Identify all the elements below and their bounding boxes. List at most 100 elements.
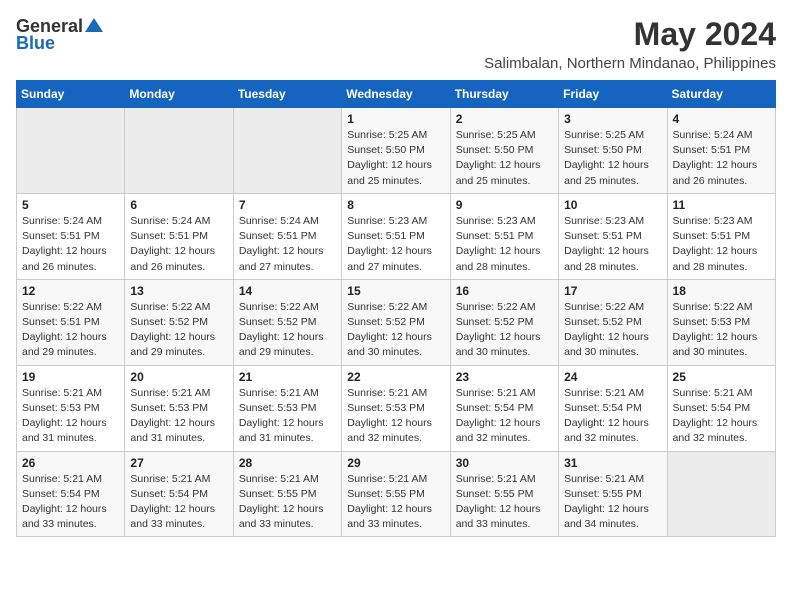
col-thursday: Thursday: [450, 81, 558, 108]
day-number: 6: [130, 198, 227, 212]
day-number: 22: [347, 370, 444, 384]
day-number: 24: [564, 370, 661, 384]
day-info: Sunrise: 5:21 AMSunset: 5:53 PMDaylight:…: [239, 386, 336, 447]
calendar-cell: 7Sunrise: 5:24 AMSunset: 5:51 PMDaylight…: [233, 193, 341, 279]
calendar-cell: 29 Sunrise: 5:21 AMSunset: 5:55 PMDayligh…: [342, 451, 450, 537]
logo: General Blue: [16, 16, 103, 54]
header-row: Sunday Monday Tuesday Wednesday Thursday…: [17, 81, 776, 108]
calendar-cell: 18 Sunrise: 5:22 AMSunset: 5:53 PMDayligh…: [667, 279, 775, 365]
calendar-cell: 12 Sunrise: 5:22 AMSunset: 5:51 PMDayligh…: [17, 279, 125, 365]
calendar-cell: 5 Sunrise: 5:24 AMSunset: 5:51 PMDaylight…: [17, 193, 125, 279]
day-number: 5: [22, 198, 119, 212]
calendar-cell: 27 Sunrise: 5:21 AMSunset: 5:54 PMDayligh…: [125, 451, 233, 537]
calendar-cell: 4 Sunrise: 5:24 AMSunset: 5:51 PMDaylight…: [667, 108, 775, 194]
day-number: 18: [673, 284, 770, 298]
calendar-cell: 13 Sunrise: 5:22 AMSunset: 5:52 PMDayligh…: [125, 279, 233, 365]
calendar-cell: 30Sunrise: 5:21 AMSunset: 5:55 PMDayligh…: [450, 451, 558, 537]
day-number: 27: [130, 456, 227, 470]
calendar-cell: [125, 108, 233, 194]
day-number: 11: [673, 198, 770, 212]
calendar-week-3: 12 Sunrise: 5:22 AMSunset: 5:51 PMDayligh…: [17, 279, 776, 365]
day-info: Sunrise: 5:25 AMSunset: 5:50 PMDaylight:…: [456, 128, 553, 189]
header: General Blue May 2024 Salimbalan, Northe…: [16, 16, 776, 72]
day-info: Sunrise: 5:23 AMSunset: 5:51 PMDaylight:…: [564, 214, 661, 275]
col-sunday: Sunday: [17, 81, 125, 108]
day-number: 12: [22, 284, 119, 298]
calendar-cell: 24 Sunrise: 5:21 AMSunset: 5:54 PMDayligh…: [559, 365, 667, 451]
calendar-table: Sunday Monday Tuesday Wednesday Thursday…: [16, 80, 776, 537]
day-number: 29: [347, 456, 444, 470]
day-info: Sunrise: 5:21 AMSunset: 5:53 PMDaylight:…: [130, 386, 227, 447]
day-info: Sunrise: 5:25 AMSunset: 5:50 PMDaylight:…: [347, 128, 444, 189]
calendar-cell: 2 Sunrise: 5:25 AMSunset: 5:50 PMDaylight…: [450, 108, 558, 194]
day-info: Sunrise: 5:21 AMSunset: 5:55 PMDaylight:…: [239, 472, 336, 533]
day-number: 4: [673, 112, 770, 126]
day-info: Sunrise: 5:22 AMSunset: 5:52 PMDaylight:…: [130, 300, 227, 361]
day-number: 1: [347, 112, 444, 126]
calendar-week-2: 5 Sunrise: 5:24 AMSunset: 5:51 PMDaylight…: [17, 193, 776, 279]
calendar-header: Sunday Monday Tuesday Wednesday Thursday…: [17, 81, 776, 108]
calendar-cell: 3Sunrise: 5:25 AMSunset: 5:50 PMDaylight…: [559, 108, 667, 194]
day-info: Sunrise: 5:21 AMSunset: 5:54 PMDaylight:…: [564, 386, 661, 447]
day-number: 20: [130, 370, 227, 384]
calendar-cell: [233, 108, 341, 194]
day-number: 31: [564, 456, 661, 470]
day-number: 19: [22, 370, 119, 384]
day-info: Sunrise: 5:21 AMSunset: 5:54 PMDaylight:…: [130, 472, 227, 533]
col-tuesday: Tuesday: [233, 81, 341, 108]
calendar-cell: 16Sunrise: 5:22 AMSunset: 5:52 PMDayligh…: [450, 279, 558, 365]
col-saturday: Saturday: [667, 81, 775, 108]
calendar-cell: 8Sunrise: 5:23 AMSunset: 5:51 PMDaylight…: [342, 193, 450, 279]
day-number: 9: [456, 198, 553, 212]
day-info: Sunrise: 5:21 AMSunset: 5:53 PMDaylight:…: [22, 386, 119, 447]
day-info: Sunrise: 5:24 AMSunset: 5:51 PMDaylight:…: [239, 214, 336, 275]
calendar-cell: 20 Sunrise: 5:21 AMSunset: 5:53 PMDayligh…: [125, 365, 233, 451]
calendar-cell: 10 Sunrise: 5:23 AMSunset: 5:51 PMDayligh…: [559, 193, 667, 279]
day-number: 21: [239, 370, 336, 384]
calendar-cell: 26 Sunrise: 5:21 AMSunset: 5:54 PMDayligh…: [17, 451, 125, 537]
day-info: Sunrise: 5:23 AMSunset: 5:51 PMDaylight:…: [456, 214, 553, 275]
day-number: 17: [564, 284, 661, 298]
logo-blue-text: Blue: [16, 33, 55, 54]
day-info: Sunrise: 5:21 AMSunset: 5:54 PMDaylight:…: [22, 472, 119, 533]
day-info: Sunrise: 5:25 AMSunset: 5:50 PMDaylight:…: [564, 128, 661, 189]
calendar-cell: 21 Sunrise: 5:21 AMSunset: 5:53 PMDayligh…: [233, 365, 341, 451]
day-number: 8: [347, 198, 444, 212]
day-info: Sunrise: 5:22 AMSunset: 5:51 PMDaylight:…: [22, 300, 119, 361]
day-info: Sunrise: 5:21 AMSunset: 5:55 PMDaylight:…: [347, 472, 444, 533]
calendar-cell: 11Sunrise: 5:23 AMSunset: 5:51 PMDayligh…: [667, 193, 775, 279]
calendar-week-4: 19 Sunrise: 5:21 AMSunset: 5:53 PMDayligh…: [17, 365, 776, 451]
day-info: Sunrise: 5:21 AMSunset: 5:53 PMDaylight:…: [347, 386, 444, 447]
day-info: Sunrise: 5:21 AMSunset: 5:55 PMDaylight:…: [564, 472, 661, 533]
day-number: 2: [456, 112, 553, 126]
day-number: 25: [673, 370, 770, 384]
day-info: Sunrise: 5:24 AMSunset: 5:51 PMDaylight:…: [673, 128, 770, 189]
day-number: 28: [239, 456, 336, 470]
day-info: Sunrise: 5:22 AMSunset: 5:52 PMDaylight:…: [564, 300, 661, 361]
calendar-cell: 1 Sunrise: 5:25 AMSunset: 5:50 PMDaylight…: [342, 108, 450, 194]
calendar-cell: 6 Sunrise: 5:24 AMSunset: 5:51 PMDaylight…: [125, 193, 233, 279]
day-info: Sunrise: 5:24 AMSunset: 5:51 PMDaylight:…: [22, 214, 119, 275]
month-year: May 2024: [484, 16, 776, 53]
location: Salimbalan, Northern Mindanao, Philippin…: [484, 55, 776, 72]
day-number: 26: [22, 456, 119, 470]
calendar-cell: 9 Sunrise: 5:23 AMSunset: 5:51 PMDaylight…: [450, 193, 558, 279]
day-info: Sunrise: 5:21 AMSunset: 5:54 PMDaylight:…: [673, 386, 770, 447]
day-number: 23: [456, 370, 553, 384]
calendar-cell: [17, 108, 125, 194]
calendar-cell: 31 Sunrise: 5:21 AMSunset: 5:55 PMDayligh…: [559, 451, 667, 537]
logo-icon: [85, 16, 103, 34]
col-monday: Monday: [125, 81, 233, 108]
calendar-cell: 17 Sunrise: 5:22 AMSunset: 5:52 PMDayligh…: [559, 279, 667, 365]
day-info: Sunrise: 5:24 AMSunset: 5:51 PMDaylight:…: [130, 214, 227, 275]
day-info: Sunrise: 5:22 AMSunset: 5:52 PMDaylight:…: [456, 300, 553, 361]
day-info: Sunrise: 5:22 AMSunset: 5:53 PMDaylight:…: [673, 300, 770, 361]
calendar-week-1: 1 Sunrise: 5:25 AMSunset: 5:50 PMDaylight…: [17, 108, 776, 194]
day-number: 14: [239, 284, 336, 298]
day-number: 13: [130, 284, 227, 298]
calendar-cell: 28 Sunrise: 5:21 AMSunset: 5:55 PMDayligh…: [233, 451, 341, 537]
day-number: 10: [564, 198, 661, 212]
calendar-cell: 19 Sunrise: 5:21 AMSunset: 5:53 PMDayligh…: [17, 365, 125, 451]
calendar-cell: 22 Sunrise: 5:21 AMSunset: 5:53 PMDayligh…: [342, 365, 450, 451]
day-info: Sunrise: 5:22 AMSunset: 5:52 PMDaylight:…: [347, 300, 444, 361]
